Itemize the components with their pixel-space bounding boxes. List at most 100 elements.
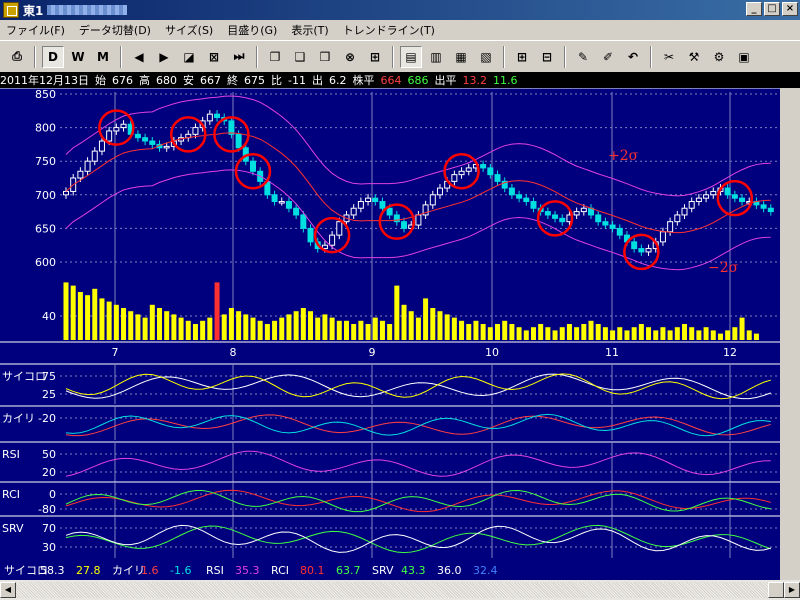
avg-label: 株平 [352, 74, 375, 87]
window-icon-1[interactable]: ❐ [264, 46, 286, 68]
fit-icon[interactable]: ⊠ [203, 46, 225, 68]
window-icon-3[interactable]: ❒ [314, 46, 336, 68]
candle-body [516, 194, 523, 199]
candle-body [271, 194, 278, 203]
grid-icon-1[interactable]: ⊞ [511, 46, 533, 68]
menu-file[interactable]: ファイル(F) [6, 22, 65, 38]
end-icon[interactable]: ⏭ [228, 46, 250, 68]
candle-body [731, 194, 738, 199]
volume-bar [394, 285, 400, 340]
tool-icon-1[interactable]: ✂ [658, 46, 680, 68]
menu-view[interactable]: 表示(T) [291, 22, 328, 38]
volume-bar [77, 292, 83, 340]
volume-bar [739, 317, 745, 340]
volume-bar [696, 330, 702, 340]
chart-area[interactable]: 850 800 750 700 650 600 7 8 9 10 11 12 +2σ −2σ 40 サイコロ 7… [0, 88, 780, 560]
zoom-box-icon[interactable]: ◪ [178, 46, 200, 68]
volume-bar [322, 314, 328, 340]
cross-icon[interactable]: ⊗ [339, 46, 361, 68]
volume-bar [646, 327, 652, 340]
layout-icon-1[interactable]: ▤ [400, 45, 422, 68]
window-icon-2[interactable]: ❑ [289, 46, 311, 68]
scroll-left-button[interactable]: ◀ [0, 582, 16, 598]
toolbar-separator [564, 45, 566, 68]
volume-bar [379, 320, 385, 340]
volume-bar [315, 317, 321, 340]
candle-body [703, 194, 710, 199]
maximize-button[interactable]: □ [764, 2, 780, 16]
minimize-button[interactable]: _ [746, 2, 762, 16]
volume-bar [408, 311, 414, 340]
volume-bar [509, 324, 515, 340]
volume-bar [610, 330, 616, 340]
volume-bar [617, 327, 623, 340]
tool-icon-2[interactable]: ⚒ [683, 46, 705, 68]
open-label: 始 [95, 74, 106, 87]
candle-body [372, 197, 379, 203]
volume-bar [85, 295, 91, 340]
scroll-right-button[interactable]: ▶ [784, 582, 800, 598]
volume-bar [667, 330, 673, 340]
volume-bar [437, 311, 443, 340]
split-icon[interactable]: ⊞ [364, 46, 386, 68]
arrow-right-icon[interactable]: ▶ [153, 46, 175, 68]
menu-trendline[interactable]: トレンドライン(T) [343, 22, 435, 38]
arrow-left-icon[interactable]: ◀ [128, 46, 150, 68]
layout-icon-3[interactable]: ▦ [450, 46, 472, 68]
tool-icon-3[interactable]: ⚙ [708, 46, 730, 68]
candle-body [84, 160, 91, 172]
candle-body [760, 204, 767, 209]
candle-body [552, 214, 559, 219]
menu-data[interactable]: データ切替(D) [79, 22, 151, 38]
volume-bar [343, 320, 349, 340]
candle-body [228, 120, 235, 135]
candle-body [544, 211, 551, 216]
scroll-track[interactable] [16, 582, 784, 598]
candle-body [307, 227, 314, 243]
panel-label: RSI [2, 448, 20, 461]
vertical-scrollbar[interactable] [780, 88, 800, 560]
candle-body [508, 187, 515, 196]
scroll-thumb[interactable] [768, 582, 784, 598]
pen-disabled-icon[interactable]: ✐ [597, 46, 619, 68]
legend-value: 32.4 [473, 564, 498, 577]
undo-icon[interactable]: ↶ [622, 46, 644, 68]
title-redacted [47, 5, 128, 15]
volume-bar [538, 324, 544, 340]
legend-value: 80.1 [300, 564, 325, 577]
chart-print-icon[interactable]: ▣ [733, 46, 755, 68]
close-button[interactable]: × [782, 2, 798, 16]
monthly-button[interactable]: M [92, 46, 114, 68]
volume-bar [257, 320, 263, 340]
menu-scale[interactable]: 目盛り(G) [227, 22, 277, 38]
volume-bar [502, 320, 508, 340]
grid-icon-2[interactable]: ⊟ [536, 46, 558, 68]
stock-chart[interactable]: 8508007507006506007 8 9 10 11 12+2σ−2σ40サイコロ7… [0, 88, 780, 560]
volume-bar [128, 311, 134, 340]
layout-icon-2[interactable]: ▥ [425, 46, 447, 68]
volume-bar [415, 317, 421, 340]
volume-bar [272, 320, 278, 340]
horizontal-scrollbar[interactable]: ◀ ▶ [0, 580, 800, 600]
volume-bar [559, 327, 565, 340]
menu-size[interactable]: サイズ(S) [165, 22, 213, 38]
volume-bar [717, 333, 723, 340]
volume-bar [135, 314, 141, 340]
weekly-button[interactable]: W [67, 46, 89, 68]
volume-bar [602, 327, 608, 340]
volume-bar [753, 333, 759, 340]
avgvol-value-1: 13.2 [462, 73, 487, 87]
low-value: 667 [200, 73, 221, 87]
pen-icon[interactable]: ✎ [572, 46, 594, 68]
volume-bar [732, 327, 738, 340]
candle-body [616, 227, 623, 236]
indicator-line [65, 524, 771, 553]
candle-body [63, 190, 69, 196]
volume-value: 6.2 [328, 73, 347, 87]
daily-button[interactable]: D [42, 45, 64, 68]
candle-body [638, 248, 645, 253]
layout-icon-4[interactable]: ▧ [475, 46, 497, 68]
candle-body [134, 133, 141, 139]
print-icon[interactable]: ⎙ [6, 46, 28, 68]
volume-bar [106, 301, 112, 340]
